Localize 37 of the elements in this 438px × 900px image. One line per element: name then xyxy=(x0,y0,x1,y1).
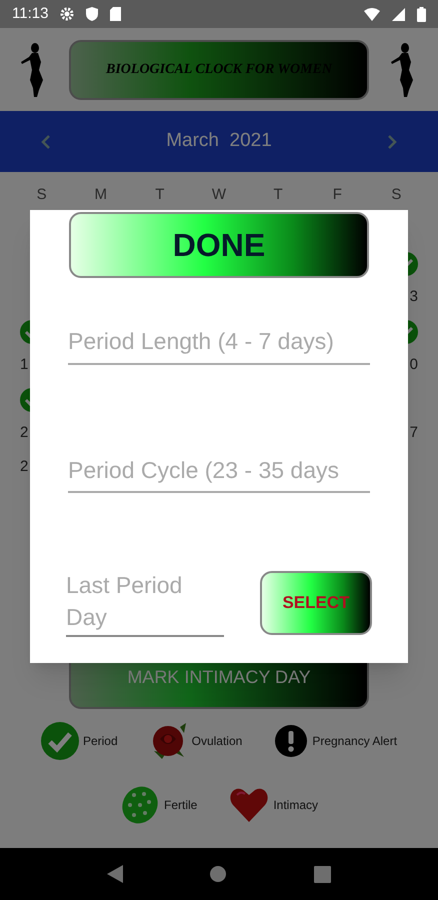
back-icon[interactable] xyxy=(107,865,124,883)
dotted-egg-icon xyxy=(120,784,160,824)
day-number: 1 xyxy=(20,355,28,376)
legend-label: Period xyxy=(82,732,118,750)
weekday-label: W xyxy=(210,185,228,205)
legend-label: Fertile xyxy=(164,796,198,814)
legend-label: Intimacy xyxy=(273,796,318,814)
day-number: 2 xyxy=(20,423,28,444)
exclamation-circle-icon xyxy=(274,724,308,758)
input-field[interactable]: Period Length (4 - 7 days) xyxy=(68,324,370,364)
weekday-label: T xyxy=(154,185,166,205)
check-circle-icon xyxy=(40,722,79,760)
day-number: 7 xyxy=(410,423,418,444)
month-title: March 2021 xyxy=(166,129,272,154)
weekday-label: T xyxy=(272,185,284,205)
heart-icon xyxy=(229,786,270,822)
input-field[interactable]: Last Period Day xyxy=(66,569,224,637)
shield-icon xyxy=(86,7,98,21)
day-number: 2 xyxy=(20,457,28,478)
day-number: 0 xyxy=(410,355,418,376)
wifi-icon xyxy=(364,8,380,20)
signal-icon xyxy=(392,8,405,20)
done-button[interactable]: DONE xyxy=(69,212,369,278)
clock-time: 11:13 xyxy=(12,4,48,24)
battery-icon xyxy=(417,6,426,22)
day-number: 3 xyxy=(410,287,418,308)
legend-label: Ovulation xyxy=(192,732,242,750)
weekday-label: F xyxy=(332,185,343,205)
weekday-label: S xyxy=(36,185,48,205)
legend-label: Pregnancy Alert xyxy=(312,732,398,750)
settings-icon xyxy=(60,7,74,21)
weekday-label: S xyxy=(390,185,402,205)
weekday-label: M xyxy=(93,185,108,205)
input-field[interactable]: Period Cycle (23 - 35 days xyxy=(68,452,370,493)
home-icon[interactable] xyxy=(209,865,228,883)
sd-card-icon xyxy=(110,7,122,21)
recents-icon[interactable] xyxy=(314,866,331,882)
